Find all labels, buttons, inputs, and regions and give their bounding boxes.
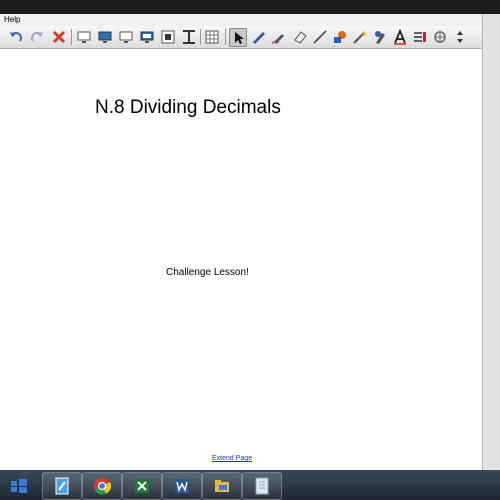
menu-help[interactable]: Help: [4, 14, 20, 26]
creative-pen-icon[interactable]: [271, 29, 287, 45]
document-icon[interactable]: [242, 472, 282, 500]
explorer-icon[interactable]: [202, 472, 242, 500]
right-scrollbar[interactable]: [482, 14, 500, 470]
toolbar-separator: [225, 29, 226, 45]
page-subtitle: Challenge Lesson!: [166, 267, 249, 278]
notebook-icon[interactable]: [42, 472, 82, 500]
highlighter-icon[interactable]: [432, 29, 448, 45]
pen-icon[interactable]: [250, 29, 266, 45]
select-pointer-icon[interactable]: [229, 28, 247, 47]
more-icon[interactable]: [452, 29, 468, 45]
shape-recognition-icon[interactable]: [372, 29, 388, 45]
screen-shade-icon[interactable]: [76, 29, 92, 45]
magic-pen-icon[interactable]: [352, 29, 368, 45]
taskbar: [0, 470, 500, 500]
toolbar-separator: [200, 29, 201, 45]
delete-icon[interactable]: [51, 29, 67, 45]
fill-icon[interactable]: [332, 29, 348, 45]
display-icon[interactable]: [118, 29, 134, 45]
window-title-bar: [0, 0, 500, 14]
excel-icon[interactable]: [122, 472, 162, 500]
properties-icon[interactable]: [412, 29, 428, 45]
text-icon[interactable]: [392, 29, 408, 45]
toolbar: [0, 26, 482, 49]
capture-icon[interactable]: [160, 29, 176, 45]
page-title: N.8 Dividing Decimals: [95, 97, 281, 118]
extend-page-link[interactable]: Extend Page: [212, 455, 252, 462]
monitor-icon[interactable]: [97, 29, 113, 45]
word-icon[interactable]: [162, 472, 202, 500]
screen-capture-icon[interactable]: [181, 29, 197, 45]
redo-icon[interactable]: [29, 29, 45, 45]
undo-icon[interactable]: [8, 29, 24, 45]
start-icon[interactable]: [2, 472, 36, 498]
projector-icon[interactable]: [139, 29, 155, 45]
eraser-icon[interactable]: [292, 29, 308, 45]
line-icon[interactable]: [312, 29, 328, 45]
chrome-icon[interactable]: [82, 472, 122, 500]
toolbar-separator: [71, 29, 72, 45]
table-icon[interactable]: [204, 29, 220, 45]
